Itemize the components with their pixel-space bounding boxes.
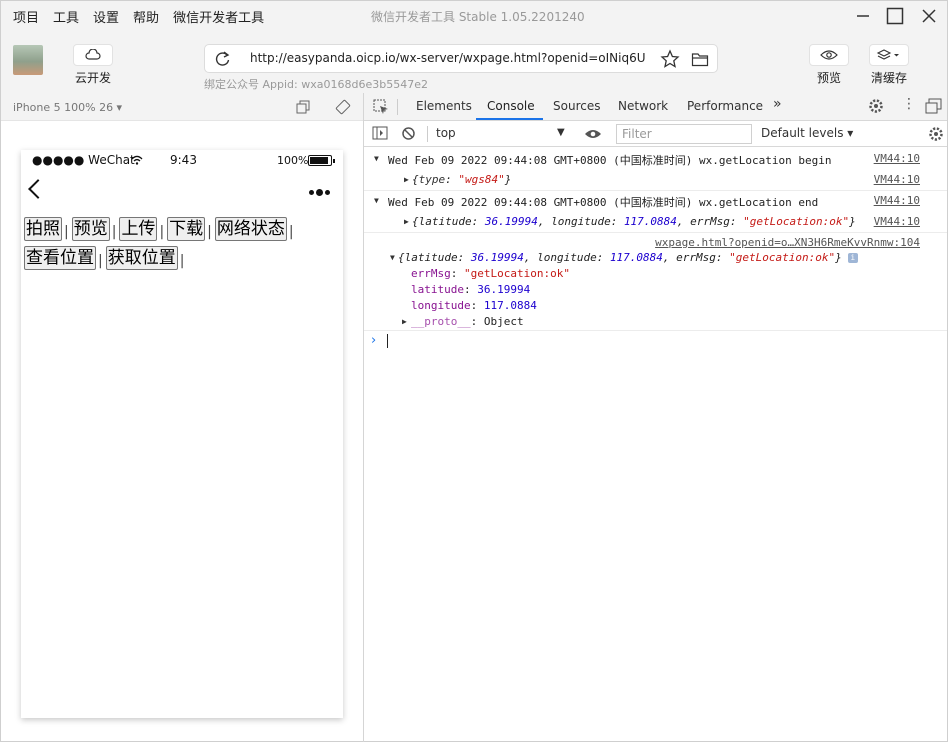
popout-icon[interactable] <box>296 100 310 114</box>
download-button[interactable]: 下载 <box>167 217 206 241</box>
group-begin-text: Wed Feb 09 2022 09:44:08 GMT+0800 (中国标准时… <box>388 154 832 167</box>
console-settings-gear-icon[interactable] <box>928 126 944 142</box>
tab-performance[interactable]: Performance <box>687 99 763 113</box>
url-text[interactable]: http://easypanda.oicp.io/wx-server/wxpag… <box>250 51 645 65</box>
source-link[interactable]: VM44:10 <box>874 215 920 228</box>
menu-project[interactable]: 项目 <box>13 7 39 26</box>
dock-icon[interactable] <box>925 98 942 114</box>
devtools-window: 项目 工具 设置 帮助 微信开发者工具 微信开发者工具 Stable 1.05.… <box>0 0 948 742</box>
console-prompt-icon: › <box>371 333 377 348</box>
menu-tools[interactable]: 工具 <box>53 7 79 26</box>
preview-label: 预览 <box>816 71 841 85</box>
title-bar: 项目 工具 设置 帮助 微信开发者工具 微信开发者工具 Stable 1.05.… <box>1 1 947 31</box>
menu-help[interactable]: 帮助 <box>133 7 159 26</box>
tab-sources[interactable]: Sources <box>553 99 600 113</box>
more-icon[interactable] <box>309 189 330 196</box>
avatar[interactable] <box>13 45 43 75</box>
clear-cache-label: 清缓存 <box>870 71 907 85</box>
cloud-dev-button[interactable]: 云开发 <box>73 44 113 86</box>
source-link[interactable]: VM44:10 <box>874 152 920 165</box>
star-icon <box>660 49 680 68</box>
upload-button[interactable]: 上传 <box>119 217 158 241</box>
battery-percent: 100% <box>277 154 309 167</box>
open-location-button[interactable]: 查看位置 <box>24 246 96 270</box>
console-input[interactable] <box>387 334 388 348</box>
phone-status-bar: ●●●●● WeChat 9:43 100% <box>21 150 343 170</box>
minimize-icon <box>857 15 869 17</box>
layers-icon <box>876 49 899 60</box>
back-icon[interactable] <box>28 179 48 199</box>
appid-label: 绑定公众号 Appid: wxa0168d6e3b5547e2 <box>204 78 428 91</box>
phone-time: 9:43 <box>170 153 197 167</box>
log-levels-label: Default levels <box>761 126 844 140</box>
devtools-tab-bar: Elements Console Sources Network Perform… <box>364 93 947 121</box>
carrier: ●●●●● WeChat <box>32 153 135 167</box>
tab-elements[interactable]: Elements <box>416 99 472 113</box>
context-selector[interactable]: top <box>436 126 456 140</box>
sidebar-toggle-icon[interactable] <box>372 126 388 141</box>
live-expression-eye-icon[interactable] <box>584 128 602 140</box>
simulator-toolbar: iPhone 5 100% 26 ▾ <box>1 93 363 121</box>
cloud-dev-label: 云开发 <box>74 71 111 85</box>
close-icon <box>922 9 936 23</box>
tab-network[interactable]: Network <box>618 99 668 113</box>
menu-wechat-devtools[interactable]: 微信开发者工具 <box>173 7 264 26</box>
menu-settings[interactable]: 设置 <box>93 7 119 26</box>
toolbar: 云开发 http://easypanda.oicp.io/wx-server/w… <box>1 31 947 93</box>
network-status-button[interactable]: 网络状态 <box>214 217 287 241</box>
kebab-menu-icon[interactable]: ⋮ <box>902 96 916 112</box>
context-dropdown-icon[interactable]: ▼ <box>557 127 565 138</box>
url-bar[interactable]: http://easypanda.oicp.io/wx-server/wxpag… <box>204 44 718 73</box>
eye-icon <box>820 50 838 60</box>
rotate-icon[interactable] <box>335 99 351 115</box>
wifi-icon <box>131 155 143 165</box>
take-photo-button[interactable]: 拍照 <box>24 217 62 241</box>
filter-input[interactable]: Filter <box>616 124 752 144</box>
settings-gear-icon[interactable] <box>868 98 884 114</box>
phone-simulator: ●●●●● WeChat 9:43 100% 拍照 | 预览 | 上传 | 下载 | 网络状态 |… <box>21 150 343 718</box>
battery-icon <box>308 155 335 166</box>
clear-cache-button[interactable]: 清缓存 <box>869 44 909 86</box>
menu-bar: 项目 工具 设置 帮助 微信开发者工具 <box>13 7 264 26</box>
cloud-icon <box>85 49 101 60</box>
source-link[interactable]: VM44:10 <box>874 173 920 186</box>
info-icon[interactable]: i <box>847 253 858 263</box>
maximize-button[interactable] <box>883 5 907 27</box>
group-end-text: Wed Feb 09 2022 09:44:08 GMT+0800 (中国标准时… <box>388 196 819 209</box>
minimize-button[interactable] <box>851 5 875 27</box>
clear-console-icon[interactable] <box>401 126 416 141</box>
log-source-link[interactable]: wxpage.html?openid=o…XN3H6RmeKvvRnmw:104 <box>655 236 920 249</box>
close-button[interactable] <box>917 5 941 27</box>
get-location-button[interactable]: 获取位置 <box>105 246 178 270</box>
folder-icon <box>691 53 709 67</box>
page-buttons: 拍照 | 预览 | 上传 | 下载 | 网络状态 |查看位置 | 获取位置 | <box>24 217 294 270</box>
tab-console[interactable]: Console <box>487 99 535 113</box>
active-tab-indicator <box>476 118 543 120</box>
preview-button[interactable]: 预览 <box>809 44 849 86</box>
log-levels-dropdown[interactable]: Default levels ▾ <box>761 126 853 140</box>
more-tabs-icon[interactable]: » <box>773 96 782 112</box>
reload-icon <box>215 51 230 66</box>
phone-nav-bar <box>21 172 343 212</box>
window-title: 微信开发者工具 Stable 1.05.2201240 <box>371 10 585 24</box>
inspect-icon[interactable] <box>373 99 389 115</box>
source-link[interactable]: VM44:10 <box>874 194 920 207</box>
device-selector[interactable]: iPhone 5 100% 26 ▾ <box>13 101 122 114</box>
maximize-icon <box>886 7 904 25</box>
preview-image-button[interactable]: 预览 <box>71 217 110 241</box>
